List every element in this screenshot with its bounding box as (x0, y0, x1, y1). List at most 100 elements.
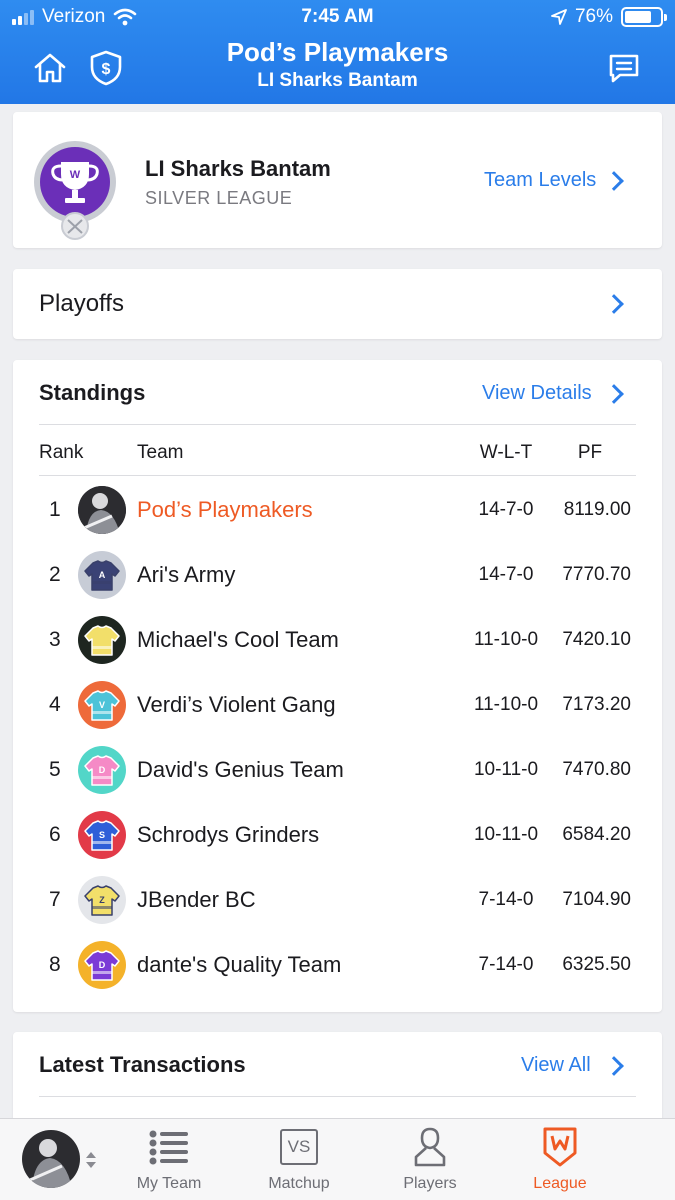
svg-text:S: S (99, 830, 105, 840)
team-levels-link[interactable]: Team Levels (484, 169, 596, 192)
rank-cell: 1 (49, 498, 61, 521)
nav-matchup-label: Matchup (268, 1175, 330, 1192)
team-avatar: Z (78, 876, 126, 924)
wlt-cell: 14-7-0 (478, 564, 534, 585)
pf-cell: 8119.00 (563, 499, 631, 520)
svg-text:A: A (99, 570, 106, 580)
battery-percent: 76% (574, 6, 613, 27)
trophy-badge-icon: W (34, 141, 116, 240)
league-badge: W (33, 140, 117, 240)
col-team-header: Team (137, 442, 184, 463)
team-name-cell[interactable]: dante's Quality Team (137, 952, 341, 978)
nav-league-label: League (533, 1175, 587, 1192)
team-avatar: D (78, 941, 126, 989)
pf-cell: 7104.90 (562, 889, 631, 910)
chevron-right-icon (604, 384, 624, 404)
standings-row[interactable]: 4 V Verdi’s Violent Gang 11-10-0 7173.20 (13, 673, 662, 738)
divider (39, 1096, 636, 1097)
playoffs-label: Playoffs (39, 290, 124, 317)
status-bar: Verizon 7:45 AM 76% (0, 6, 675, 30)
team-avatar (78, 486, 126, 534)
team-name-cell[interactable]: Ari's Army (137, 562, 235, 588)
col-wlt-header: W-L-T (479, 442, 533, 463)
chevron-right-icon (604, 1056, 624, 1076)
transactions-card: Latest Transactions View All (13, 1032, 662, 1132)
app-header: Verizon 7:45 AM 76% $ Pod’s Playmakers L… (0, 0, 675, 104)
team-avatar: D (78, 746, 126, 794)
pf-cell: 7173.20 (562, 694, 631, 715)
league-title: LI Sharks Bantam (145, 156, 331, 181)
standings-row[interactable]: 1 Pod’s Playmakers 14-7-0 8119.00 (13, 478, 662, 543)
rank-cell: 6 (49, 823, 61, 846)
team-name-cell[interactable]: Schrodys Grinders (137, 822, 319, 848)
svg-text:Z: Z (99, 895, 105, 905)
league-card: W LI Sharks Bantam SILVER LEAGUE Team Le… (13, 112, 662, 248)
standings-row[interactable]: 2 A Ari's Army 14-7-0 7770.70 (13, 543, 662, 608)
divider (39, 475, 636, 476)
avatar (22, 1130, 80, 1188)
chevron-right-icon (604, 294, 624, 314)
league-shield-icon (543, 1127, 577, 1167)
rank-cell: 7 (49, 888, 61, 911)
wlt-cell: 7-14-0 (478, 889, 534, 910)
view-details-link[interactable]: View Details (482, 382, 592, 405)
team-name-cell[interactable]: Verdi’s Violent Gang (137, 692, 336, 718)
divider (39, 424, 636, 425)
list-icon (149, 1130, 188, 1165)
nav-players-label: Players (403, 1175, 457, 1192)
standings-title: Standings (39, 380, 146, 405)
chevron-right-icon (604, 171, 624, 191)
wlt-cell: 10-11-0 (473, 759, 539, 780)
nav-my-team[interactable]: My Team (114, 1125, 224, 1193)
svg-text:V: V (99, 700, 105, 710)
messages-button[interactable] (604, 48, 644, 88)
nav-my-team-label: My Team (136, 1175, 202, 1192)
location-arrow-icon (551, 9, 567, 25)
wlt-cell: 11-10-0 (473, 629, 539, 650)
standings-card: Standings View Details Rank Team W-L-T P… (13, 360, 662, 1012)
team-name-cell[interactable]: Pod’s Playmakers (137, 497, 313, 523)
team-avatar: A (78, 551, 126, 599)
pf-cell: 6325.50 (562, 954, 631, 975)
col-rank-header: Rank (39, 442, 84, 463)
standings-row[interactable]: 5 D David's Genius Team 10-11-0 7470.80 (13, 738, 662, 803)
league-level: SILVER LEAGUE (145, 188, 293, 208)
wlt-cell: 7-14-0 (478, 954, 534, 975)
svg-text:D: D (99, 765, 106, 775)
wlt-cell: 14-7-0 (478, 499, 534, 520)
team-name-cell[interactable]: David's Genius Team (137, 757, 344, 783)
svg-text:W: W (70, 169, 81, 181)
wlt-cell: 10-11-0 (473, 824, 539, 845)
team-avatar: S (78, 811, 126, 859)
sort-arrows-icon[interactable] (84, 1151, 98, 1169)
team-name-cell[interactable]: JBender BC (137, 887, 256, 913)
page-title: Pod’s Playmakers (226, 37, 449, 67)
rank-cell: 3 (49, 628, 61, 651)
rank-cell: 8 (49, 953, 61, 976)
view-all-link[interactable]: View All (521, 1054, 591, 1077)
standings-row[interactable]: 8 Ddante's Quality Team 7-14-0 6325.50 (13, 933, 662, 998)
nav-league[interactable]: League (505, 1125, 615, 1193)
team-name-cell[interactable]: Michael's Cool Team (137, 627, 339, 653)
vs-icon: VS (280, 1129, 318, 1165)
page-subtitle: LI Sharks Bantam (257, 70, 418, 91)
rank-cell: 2 (49, 563, 61, 586)
chat-icon (609, 54, 639, 83)
nav-players[interactable]: Players (375, 1125, 485, 1193)
person-icon (414, 1127, 446, 1167)
standings-row[interactable]: 6 S Schrodys Grinders 10-11-0 6584.20 (13, 803, 662, 868)
standings-row[interactable]: 3 Michael's Cool Team 11-10-0 7420.10 (13, 608, 662, 673)
pf-cell: 6584.20 (562, 824, 631, 845)
pf-cell: 7420.10 (562, 629, 631, 650)
team-switcher-avatar[interactable] (22, 1130, 80, 1188)
team-avatar: V (78, 681, 126, 729)
playoffs-card[interactable]: Playoffs (13, 269, 662, 339)
transactions-title: Latest Transactions (39, 1052, 246, 1077)
nav-matchup[interactable]: VS Matchup (244, 1125, 354, 1193)
pf-cell: 7470.80 (562, 759, 631, 780)
rank-cell: 5 (49, 758, 61, 781)
svg-text:D: D (99, 960, 106, 970)
col-pf-header: PF (577, 442, 603, 463)
rank-cell: 4 (49, 693, 61, 716)
standings-row[interactable]: 7 Z JBender BC 7-14-0 7104.90 (13, 868, 662, 933)
